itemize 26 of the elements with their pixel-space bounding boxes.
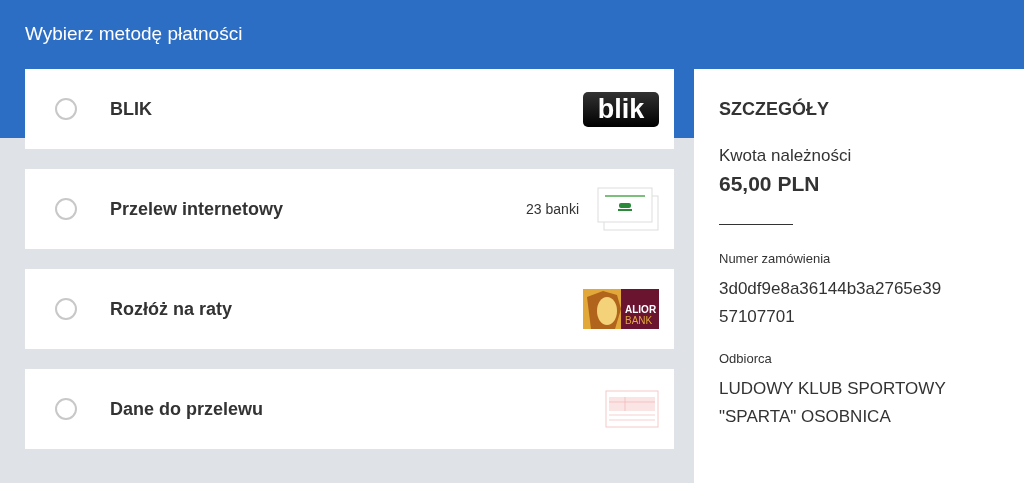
order-label: Numer zamówienia	[719, 251, 832, 266]
method-label: Rozłóż na raty	[110, 298, 234, 320]
payment-option[interactable]: Rozłóż na raty ALIOR BANK	[25, 269, 674, 349]
bank-cards-icon	[597, 187, 659, 231]
logo-text: BANK	[625, 315, 654, 326]
method-label: Przelew internetowy	[110, 198, 285, 220]
transfer-form-icon	[605, 390, 659, 428]
blik-logo: blik	[583, 91, 659, 127]
method-label: BLIK	[110, 98, 153, 120]
recipient-label: Odbiorca	[719, 351, 773, 366]
radio-button[interactable]	[55, 98, 77, 120]
recipient-name: LUDOWY KLUB SPORTOWY "SPARTA" OSOBNICA	[719, 378, 947, 428]
payment-option[interactable]: Dane do przelewu	[25, 369, 674, 449]
logo-text: ALIOR	[625, 304, 658, 315]
radio-button[interactable]	[55, 298, 77, 320]
page-title: Wybierz metodę płatności	[25, 23, 243, 45]
details-title: SZCZEGÓŁY	[719, 99, 830, 120]
radio-button[interactable]	[55, 398, 77, 420]
payment-option[interactable]: Przelew internetowy 23 banki	[25, 169, 674, 249]
amount-label: Kwota należności	[719, 146, 853, 166]
bank-count: 23 banki	[526, 201, 579, 217]
method-label: Dane do przelewu	[110, 398, 265, 420]
amount-value: 65,00 PLN	[719, 172, 821, 196]
radio-button[interactable]	[55, 198, 77, 220]
payment-option[interactable]: BLIK blik	[25, 69, 674, 149]
order-number: 3d0df9e8a36144b3a2765e39 57107701	[719, 278, 943, 328]
